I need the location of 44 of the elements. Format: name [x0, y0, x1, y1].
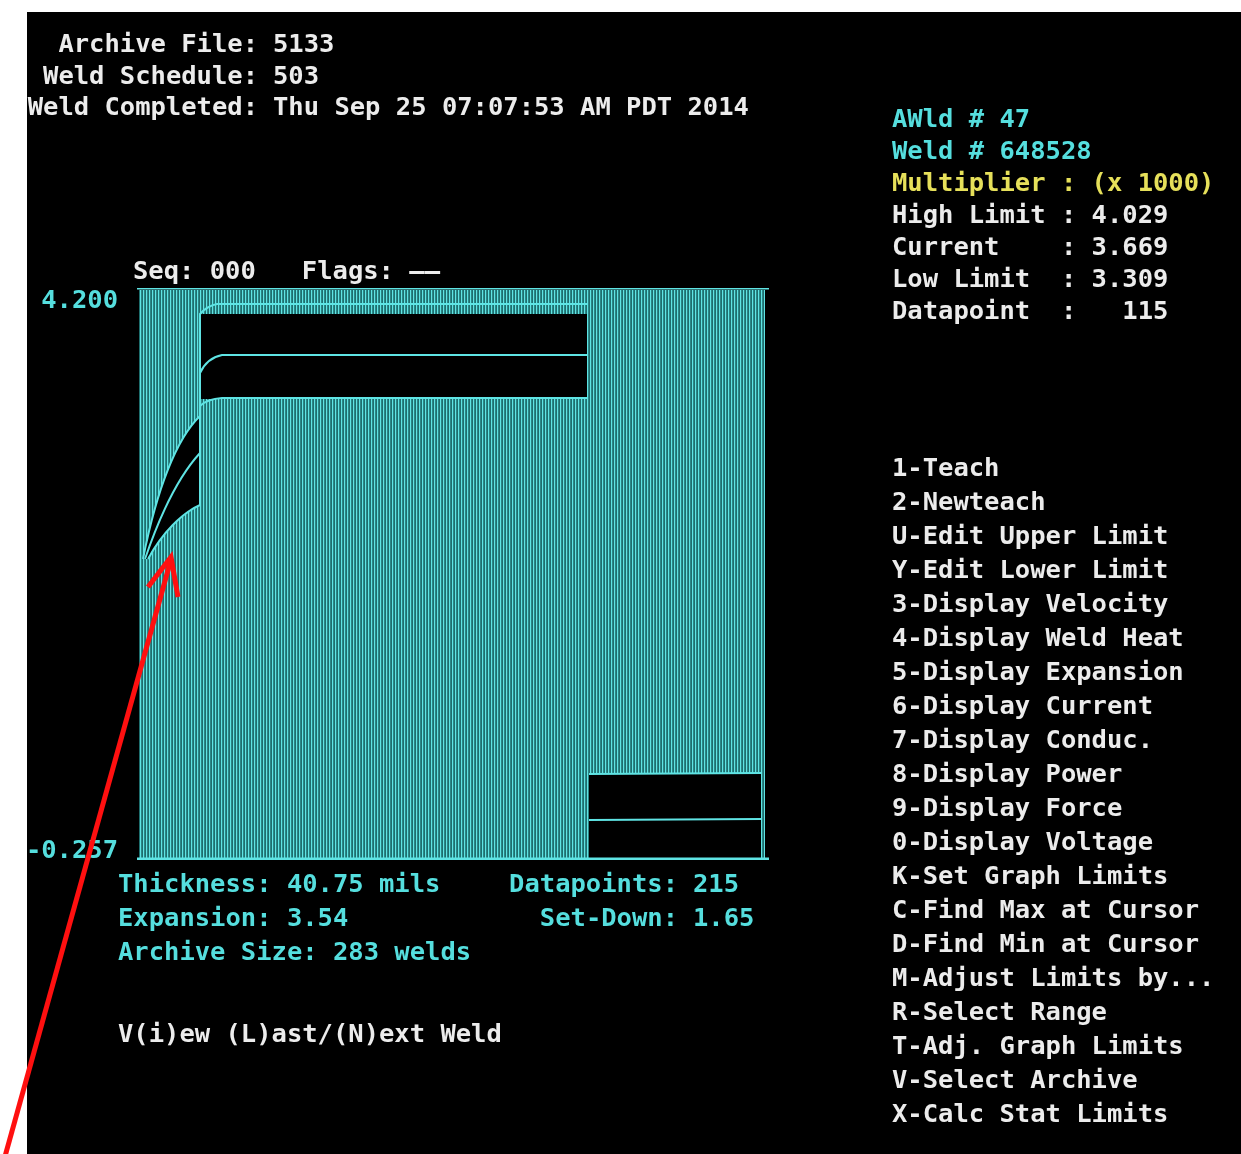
navigation-prompt: V(i)ew (L)ast/(N)ext Weld	[118, 1016, 503, 1050]
field-value: 5133	[273, 28, 336, 60]
info-line: High Limit : 4.029	[892, 198, 1169, 230]
flags-label: Flags: ——	[301, 253, 440, 287]
menu-item[interactable]: 3-Display Velocity	[892, 586, 1169, 620]
field-value: 503	[273, 59, 321, 91]
info-line: Datapoint : 115	[892, 294, 1169, 326]
info-line: Weld # 648528	[892, 134, 1092, 166]
menu-item[interactable]: 1-Teach	[892, 450, 1000, 484]
menu-item[interactable]: U-Edit Upper Limit	[892, 518, 1169, 552]
info-line: Multiplier : (x 1000)	[892, 166, 1215, 198]
menu-item[interactable]: Y-Edit Lower Limit	[892, 552, 1169, 586]
info-line: AWld # 47	[892, 102, 1031, 134]
field-label: Archive File:	[57, 28, 258, 60]
menu-item[interactable]: 6-Display Current	[892, 688, 1153, 722]
menu-item[interactable]: 2-Newteach	[892, 484, 1046, 518]
menu-item[interactable]: 4-Display Weld Heat	[892, 620, 1184, 654]
stat-label: Datapoints:	[508, 866, 678, 900]
axis-max-label: 4.200	[41, 287, 118, 310]
menu-item[interactable]: X-Calc Stat Limits	[892, 1096, 1169, 1130]
stat-text: Thickness: 40.75 mils	[118, 866, 442, 900]
info-line: Low Limit : 3.309	[892, 262, 1169, 294]
menu-item[interactable]: V-Select Archive	[892, 1062, 1138, 1096]
menu-item[interactable]: C-Find Max at Cursor	[892, 892, 1200, 926]
field-label: Weld Completed:	[27, 91, 258, 123]
stat-value: 215	[693, 866, 741, 900]
menu-item[interactable]: D-Find Min at Cursor	[892, 926, 1200, 960]
menu-item[interactable]: M-Adjust Limits by...	[892, 960, 1215, 994]
stat-text: Archive Size: 283 welds	[118, 934, 473, 968]
info-line: Current : 3.669	[892, 230, 1169, 262]
menu-item[interactable]: T-Adj. Graph Limits	[892, 1028, 1184, 1062]
menu-item[interactable]: 5-Display Expansion	[892, 654, 1184, 688]
menu-item[interactable]: 7-Display Conduc.	[892, 722, 1153, 756]
stat-value: 1.65	[693, 900, 755, 934]
stat-label: Set-Down:	[538, 900, 678, 934]
menu-item[interactable]: 0-Display Voltage	[892, 824, 1153, 858]
menu-item[interactable]: 9-Display Force	[892, 790, 1123, 824]
sequence-label: Seq: 000	[133, 253, 256, 287]
menu-item[interactable]: R-Select Range	[892, 994, 1107, 1028]
field-value: Thu Sep 25 07:07:53 AM PDT 2014	[273, 91, 749, 123]
menu-item[interactable]: 8-Display Power	[892, 756, 1123, 790]
stat-text: Expansion: 3.54	[118, 900, 350, 934]
menu-item[interactable]: K-Set Graph Limits	[892, 858, 1169, 892]
field-label: Weld Schedule:	[42, 59, 258, 91]
